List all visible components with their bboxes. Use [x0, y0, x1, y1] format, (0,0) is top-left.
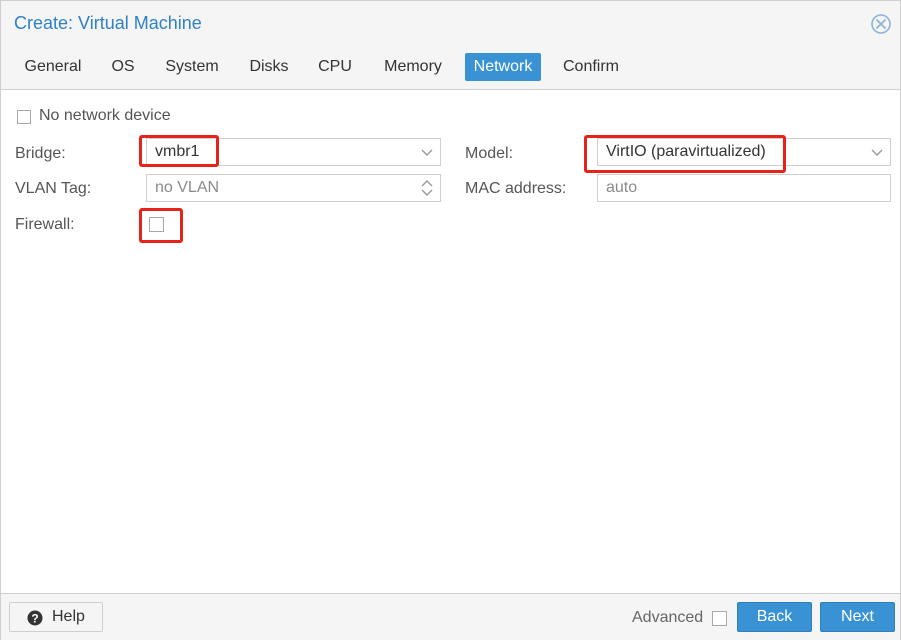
tab-memory[interactable]: Memory — [375, 53, 451, 81]
create-vm-dialog: Create: Virtual Machine General OS Syste… — [0, 0, 901, 640]
tab-cpu[interactable]: CPU — [313, 53, 357, 81]
tab-general[interactable]: General — [17, 53, 89, 81]
vlan-tag-label: VLAN Tag: — [15, 180, 92, 197]
no-network-device-checkbox[interactable] — [17, 110, 31, 124]
tab-os[interactable]: OS — [105, 53, 141, 81]
chevron-down-icon[interactable] — [420, 145, 434, 159]
vlan-tag-spinner[interactable]: no VLAN — [146, 174, 441, 202]
advanced-checkbox[interactable] — [712, 611, 727, 626]
mac-address-label: MAC address: — [465, 180, 567, 197]
question-circle-icon: ? — [27, 610, 43, 626]
dialog-header: Create: Virtual Machine General OS Syste… — [1, 1, 900, 90]
no-network-device-label: No network device — [39, 107, 171, 124]
model-label: Model: — [465, 145, 514, 162]
firewall-label: Firewall: — [15, 216, 75, 233]
dialog-title: Create: Virtual Machine — [14, 13, 202, 33]
mac-address-value: auto — [606, 179, 638, 196]
advanced-label: Advanced — [632, 609, 704, 626]
model-value: VirtIO (paravirtualized) — [606, 143, 766, 160]
mac-address-input[interactable]: auto — [597, 174, 891, 202]
tab-network[interactable]: Network — [465, 53, 541, 81]
dialog-footer: ? Help Advanced Back Next — [1, 593, 900, 640]
help-label: Help — [52, 608, 85, 625]
tab-disks[interactable]: Disks — [243, 53, 295, 81]
close-icon[interactable] — [870, 13, 892, 35]
tab-system[interactable]: System — [159, 53, 225, 81]
spinner-arrows-icon[interactable] — [420, 178, 434, 198]
help-button[interactable]: ? Help — [9, 602, 103, 632]
back-button[interactable]: Back — [737, 602, 812, 632]
svg-text:?: ? — [31, 612, 38, 626]
bridge-label: Bridge: — [15, 145, 66, 162]
vlan-tag-value: no VLAN — [155, 179, 220, 196]
tab-confirm[interactable]: Confirm — [557, 53, 625, 81]
model-select[interactable]: VirtIO (paravirtualized) — [597, 138, 891, 166]
bridge-value: vmbr1 — [155, 143, 200, 160]
next-button[interactable]: Next — [820, 602, 895, 632]
chevron-down-icon[interactable] — [870, 145, 884, 159]
bridge-select[interactable]: vmbr1 — [146, 138, 441, 166]
firewall-checkbox[interactable] — [149, 217, 164, 232]
